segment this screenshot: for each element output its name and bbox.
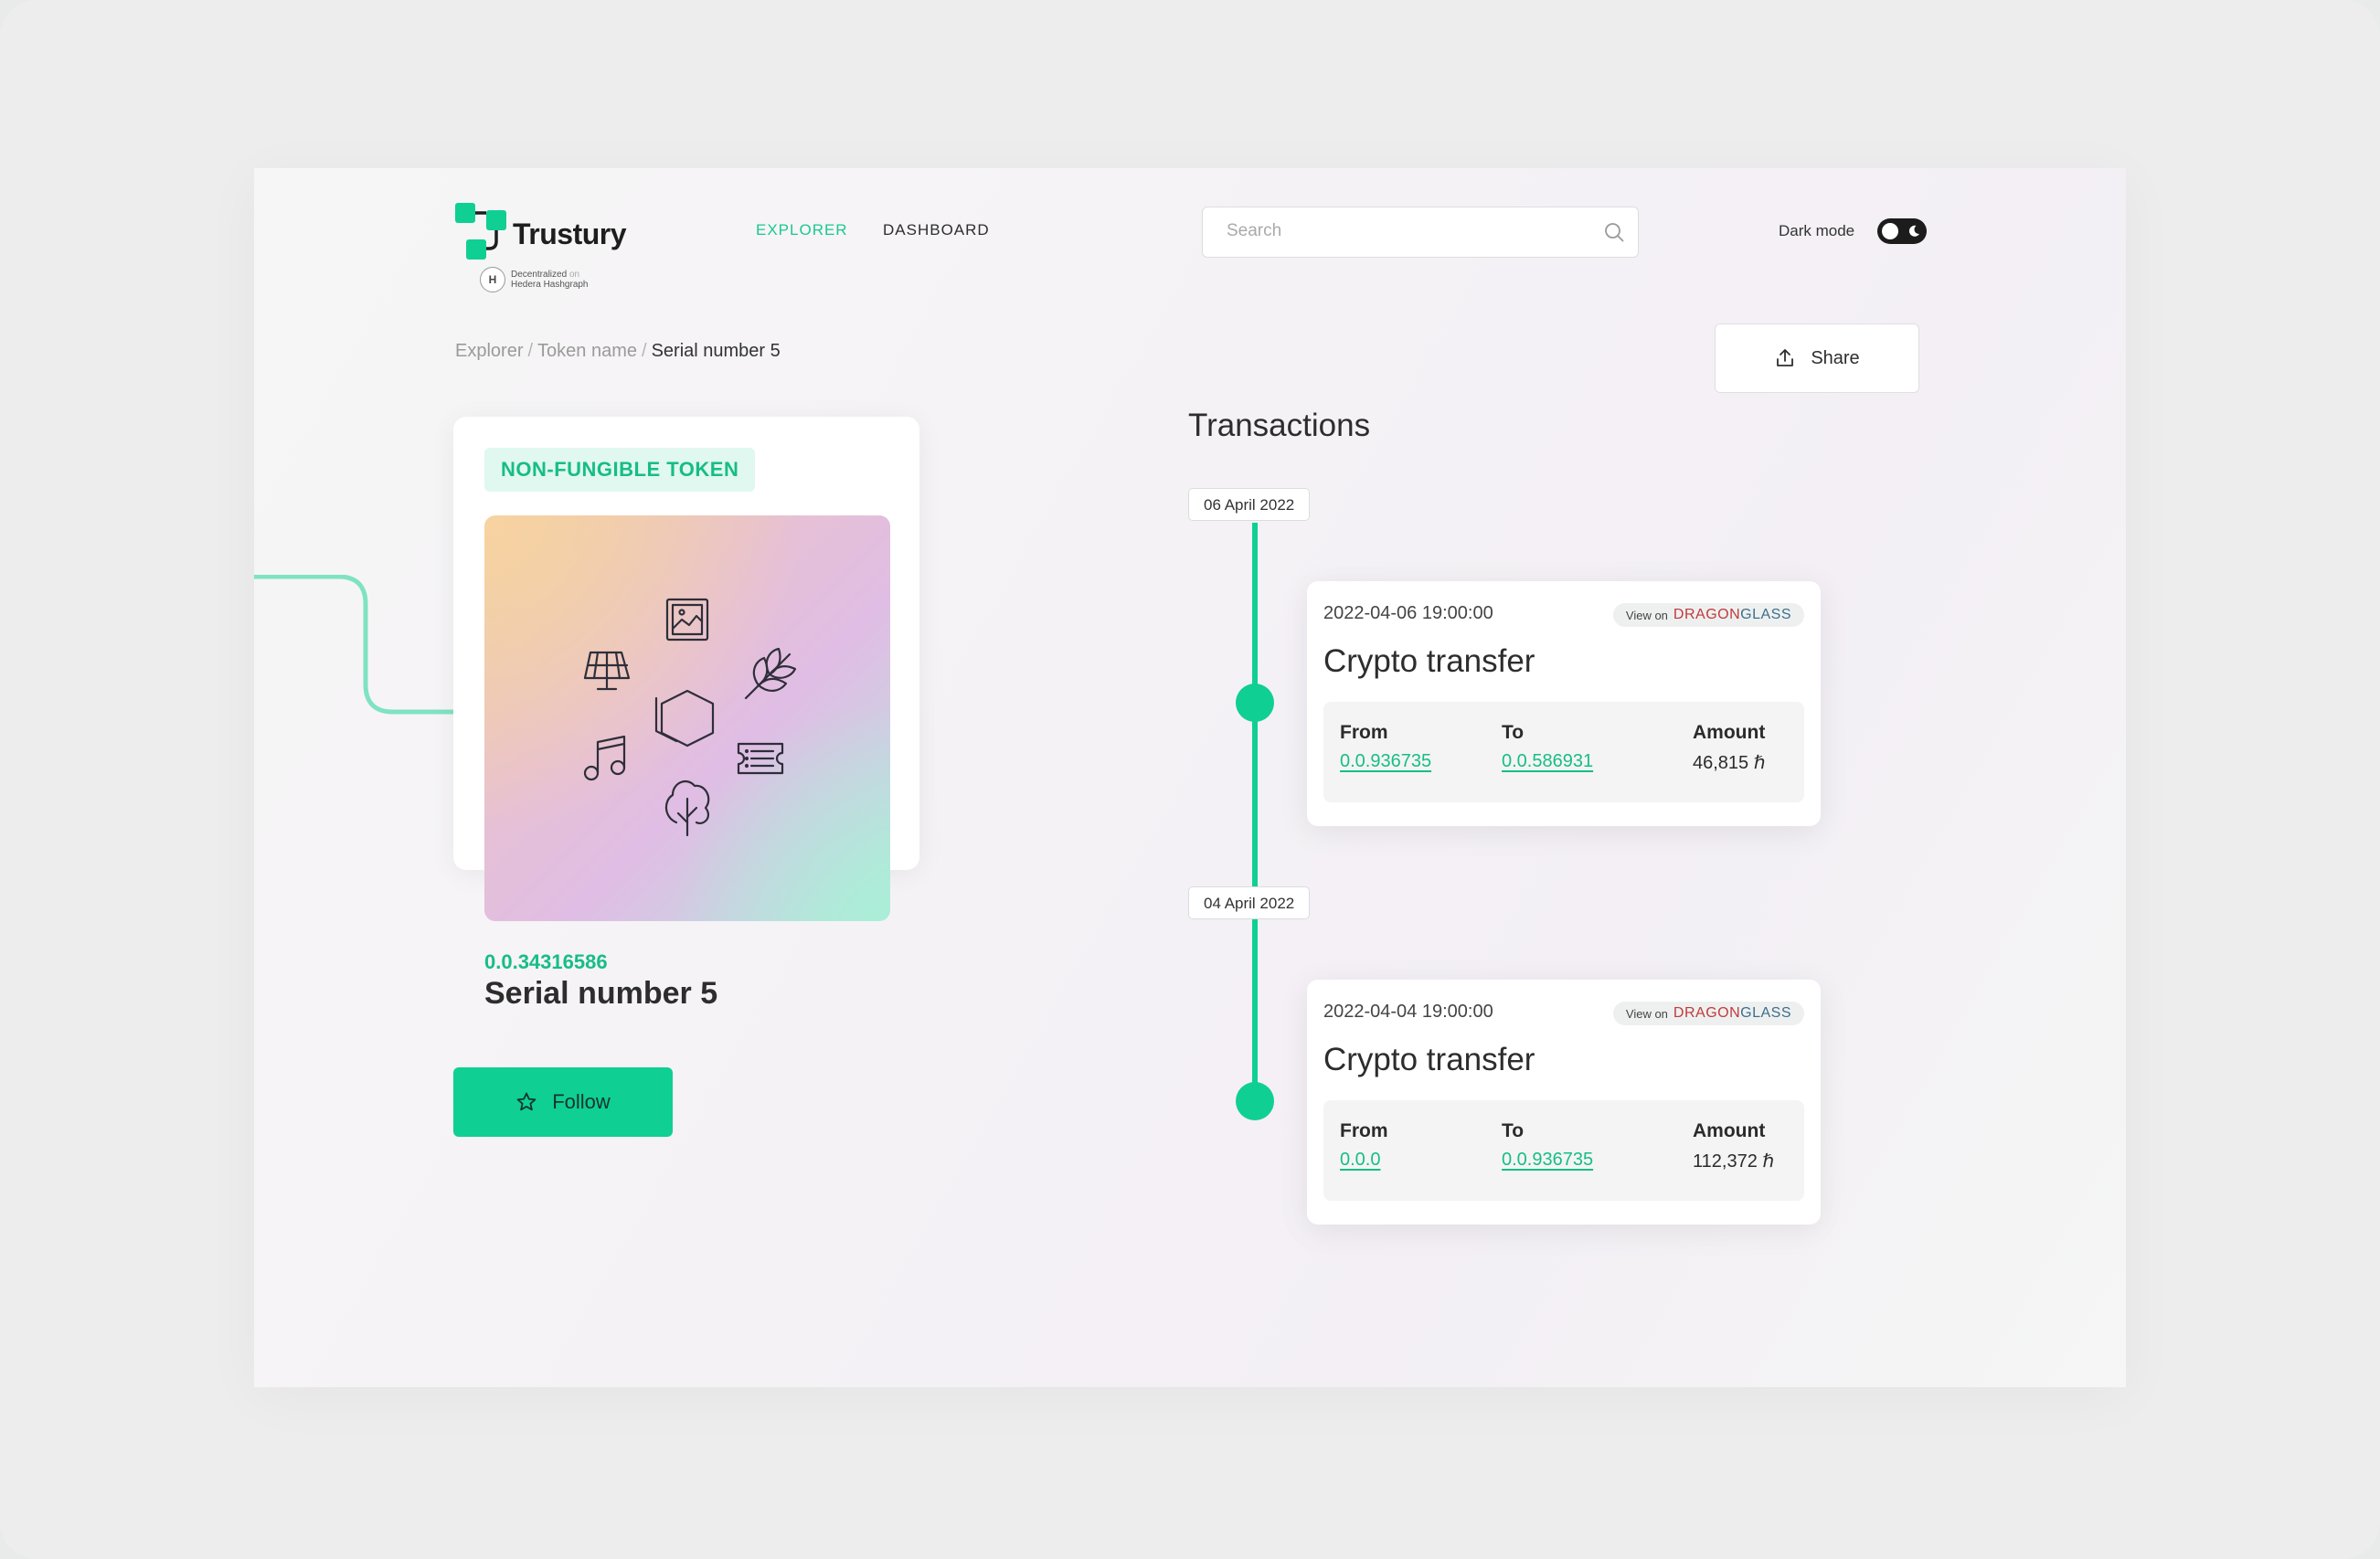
transactions-heading: Transactions	[1188, 408, 1371, 443]
token-title: Serial number 5	[484, 976, 718, 1011]
trustury-logo-icon[interactable]	[455, 203, 512, 261]
amount-value: 46,815 ℏ	[1693, 753, 1766, 773]
nft-badge: NON-FUNGIBLE TOKEN	[484, 448, 756, 492]
amount-label: Amount	[1693, 1120, 1766, 1141]
breadcrumb-separator: /	[642, 341, 647, 361]
share-button[interactable]: Share	[1715, 323, 1919, 393]
breadcrumb-separator: /	[527, 341, 534, 361]
timeline-dot	[1236, 684, 1274, 722]
from-label: From	[1340, 722, 1388, 743]
to-label: To	[1502, 722, 1525, 743]
to-account-link[interactable]: 0.0.936735	[1502, 1150, 1593, 1171]
brand-name[interactable]: Trustury	[513, 217, 627, 251]
image-icon	[665, 598, 709, 642]
search-input[interactable]	[1225, 220, 1585, 242]
moon-icon	[1908, 225, 1919, 237]
breadcrumb: Explorer / Token name / Serial number 5	[455, 341, 781, 362]
dark-mode-toggle[interactable]	[1877, 218, 1927, 244]
transaction-timestamp: 2022-04-04 19:00:00	[1323, 1002, 1493, 1022]
connector-line	[254, 575, 457, 715]
share-label: Share	[1811, 347, 1860, 368]
transaction-details: From 0.0.0 To 0.0.936735 Amount 112,372 …	[1323, 1100, 1804, 1201]
transaction-timestamp: 2022-04-06 19:00:00	[1323, 603, 1493, 623]
date-pill: 06 April 2022	[1188, 488, 1311, 521]
tagline-on: on	[568, 270, 580, 280]
search-icon[interactable]	[1603, 221, 1625, 243]
date-pill: 04 April 2022	[1188, 886, 1311, 919]
transaction-type: Crypto transfer	[1323, 1042, 1535, 1077]
token-card[interactable]: NON-FUNGIBLE TOKEN 0.0.34316586 Serial n…	[453, 417, 919, 1011]
leaf-icon	[744, 647, 797, 700]
hedera-logo-icon: H	[480, 267, 505, 292]
search-box	[1202, 207, 1639, 258]
timeline-line	[1252, 523, 1258, 1111]
tree-icon	[664, 780, 710, 837]
transaction-details: From 0.0.936735 To 0.0.586931 Amount 46,…	[1323, 702, 1804, 802]
view-on-dragonglass-link[interactable]: View on DRAGONGLASS	[1612, 603, 1804, 627]
transaction-card: 2022-04-06 19:00:00 View on DRAGONGLASS …	[1307, 581, 1821, 826]
breadcrumb-token-name[interactable]: Token name	[537, 341, 637, 361]
from-account-link[interactable]: 0.0.936735	[1340, 751, 1431, 772]
ticket-icon	[737, 742, 784, 775]
amount-label: Amount	[1693, 722, 1766, 743]
app-window: Trustury H Decentralized on Hedera Hashg…	[254, 168, 2126, 1387]
view-on-label: View on	[1625, 608, 1668, 622]
view-on-label: View on	[1625, 1006, 1668, 1021]
dragonglass-logo: DRAGONGLASS	[1673, 1005, 1791, 1021]
breadcrumb-explorer[interactable]: Explorer	[455, 341, 523, 361]
nav-explorer[interactable]: EXPLORER	[756, 221, 848, 239]
transaction-type: Crypto transfer	[1323, 643, 1535, 679]
from-account-link[interactable]: 0.0.0	[1340, 1150, 1380, 1171]
token-image	[484, 515, 890, 921]
timeline-dot	[1236, 1082, 1274, 1120]
star-icon	[516, 1092, 537, 1111]
view-on-dragonglass-link[interactable]: View on DRAGONGLASS	[1612, 1002, 1804, 1025]
dark-mode-label: Dark mode	[1779, 222, 1855, 239]
amount-value: 112,372 ℏ	[1693, 1151, 1775, 1172]
music-icon	[583, 735, 626, 781]
token-id: 0.0.34316586	[484, 950, 608, 973]
follow-label: Follow	[552, 1090, 611, 1113]
to-label: To	[1502, 1120, 1525, 1141]
from-label: From	[1340, 1120, 1388, 1141]
toggle-knob	[1882, 223, 1898, 239]
share-icon	[1777, 349, 1794, 366]
breadcrumb-current: Serial number 5	[651, 341, 781, 361]
nav-dashboard[interactable]: DASHBOARD	[883, 221, 990, 239]
follow-button[interactable]: Follow	[453, 1067, 673, 1137]
transaction-card: 2022-04-04 19:00:00 View on DRAGONGLASS …	[1307, 980, 1821, 1225]
hexagon-icon	[654, 689, 715, 748]
solar-panel-icon	[583, 651, 631, 691]
hedera-tagline: H Decentralized on Hedera Hashgraph	[480, 267, 589, 292]
tagline-hedera: Hedera Hashgraph	[511, 280, 589, 290]
tagline-decentralized: Decentralized	[511, 270, 568, 280]
to-account-link[interactable]: 0.0.586931	[1502, 751, 1593, 772]
dragonglass-logo: DRAGONGLASS	[1673, 607, 1791, 622]
